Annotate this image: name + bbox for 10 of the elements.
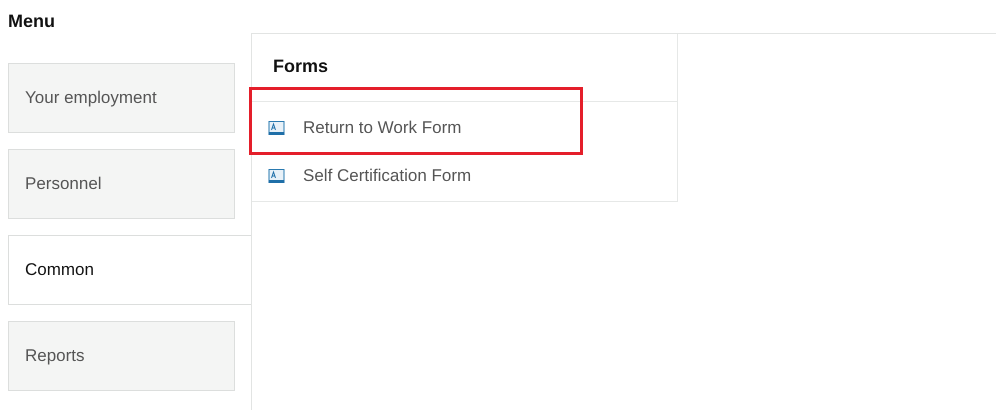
forms-heading: Forms [252, 34, 677, 102]
form-link[interactable]: Self Certification Form [303, 166, 472, 186]
form-icon [268, 120, 285, 136]
menu-item[interactable]: Common [8, 235, 251, 305]
menu-item[interactable]: Reports [8, 321, 235, 391]
menu-item[interactable]: Personnel [8, 149, 235, 219]
form-link[interactable]: Return to Work Form [303, 118, 462, 138]
form-icon [268, 168, 285, 184]
menu-title: Menu [8, 10, 56, 33]
menu-item[interactable]: Your employment [8, 63, 235, 133]
